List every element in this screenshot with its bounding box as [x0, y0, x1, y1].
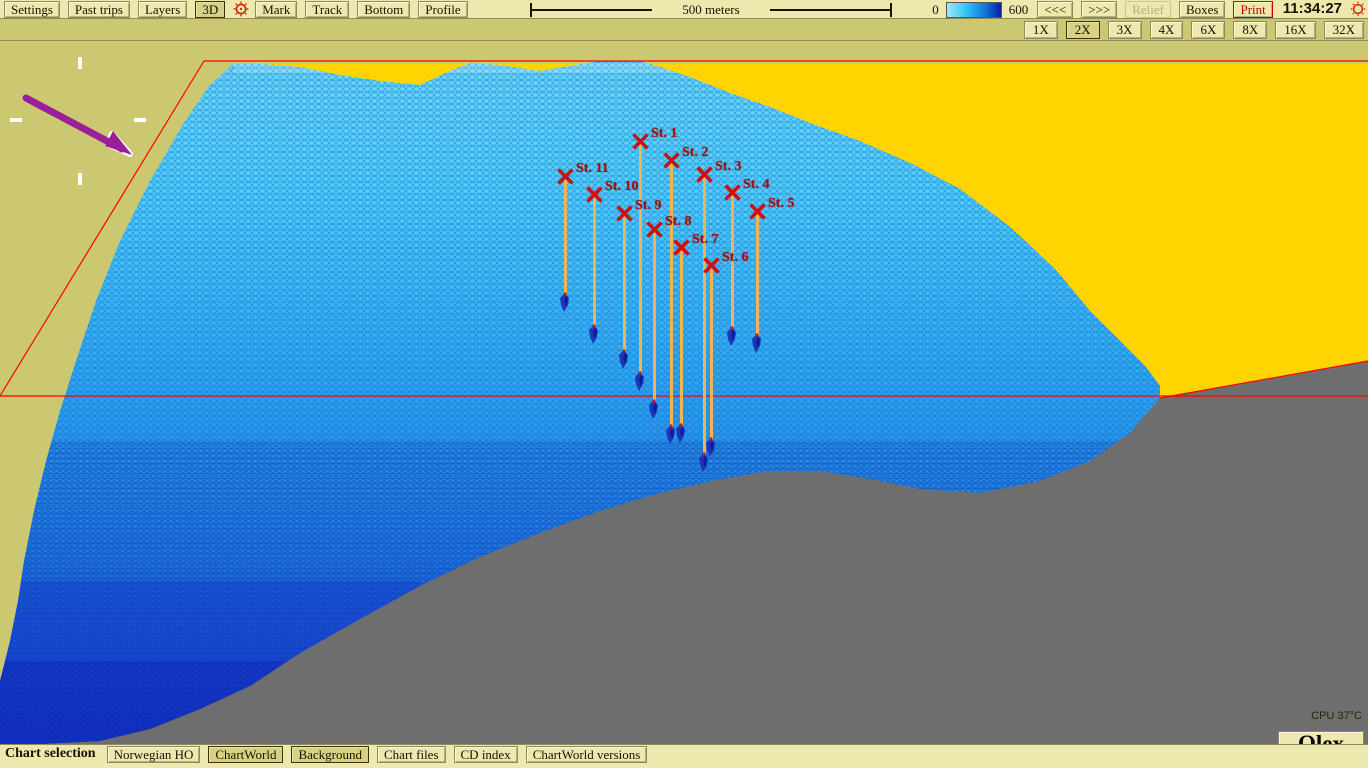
station-x-icon[interactable] — [556, 167, 575, 186]
bottom-bar: Chart selection Norwegian HO ChartWorld … — [0, 744, 1368, 768]
norwegian-ho-button[interactable]: Norwegian HO — [106, 746, 201, 763]
station-label: St. 10 — [605, 179, 639, 194]
station-x-icon[interactable] — [645, 220, 664, 239]
scale-bar: 500 meters — [530, 2, 892, 17]
cpu-temperature-status: CPU 37°C — [1311, 710, 1362, 722]
station-label: St. 9 — [635, 198, 662, 213]
station-x-icon[interactable] — [748, 202, 767, 221]
station-drop-line — [670, 160, 673, 430]
station-drop-line — [639, 141, 642, 377]
station-x-icon[interactable] — [723, 183, 742, 202]
station-drop-line — [564, 176, 567, 298]
station-drop-line — [623, 213, 626, 355]
station-drop-line — [703, 174, 706, 458]
chart-files-button[interactable]: Chart files — [377, 746, 446, 763]
chart-selection-label: Chart selection — [5, 746, 96, 761]
zoom-3x-button[interactable]: 3X — [1107, 21, 1142, 39]
background-button[interactable]: Background — [291, 746, 369, 763]
station-label: St. 2 — [682, 145, 709, 160]
compass-tick-east — [134, 118, 146, 122]
compass-tick-south — [78, 173, 82, 185]
layers-button[interactable]: Layers — [137, 1, 188, 18]
north-arrow-icon — [22, 94, 133, 157]
station-label: St. 6 — [722, 250, 749, 265]
zoom-level-group: 1X 2X 3X 4X 6X 8X 16X 32X — [1022, 19, 1366, 39]
zoom-6x-button[interactable]: 6X — [1191, 21, 1226, 39]
station-seabed-patch — [587, 324, 602, 346]
depth-legend-max: 600 — [1008, 2, 1029, 17]
station-label: St. 5 — [768, 196, 795, 211]
station-label: St. 1 — [651, 126, 678, 141]
olex-chart-plotter-window: Settings Past trips Layers 3D Mark Track — [0, 0, 1368, 768]
zoom-2x-button[interactable]: 2X — [1065, 21, 1100, 39]
station-drop-line — [756, 211, 759, 339]
station-label: St. 7 — [692, 232, 719, 247]
chartworld-versions-button[interactable]: ChartWorld versions — [525, 746, 648, 763]
next-button[interactable]: >>> — [1081, 1, 1118, 18]
station-x-icon[interactable] — [695, 165, 714, 184]
cd-index-button[interactable]: CD index — [453, 746, 518, 763]
station-x-icon[interactable] — [615, 204, 634, 223]
station-seabed-patch — [750, 333, 765, 355]
station-label: St. 4 — [743, 177, 770, 192]
past-trips-button[interactable]: Past trips — [67, 1, 130, 18]
zoom-32x-button[interactable]: 32X — [1323, 21, 1364, 39]
station-x-icon[interactable] — [702, 256, 721, 275]
scale-bar-label: 500 meters — [652, 2, 770, 17]
compass-tick-north — [78, 57, 82, 69]
scale-bar-left-cap — [530, 3, 532, 17]
station-drop-line — [680, 247, 683, 429]
target-sun-icon[interactable] — [233, 1, 249, 17]
zoom-level-bar: 1X 2X 3X 4X 6X 8X 16X 32X — [0, 19, 1368, 41]
station-x-icon[interactable] — [631, 132, 650, 151]
station-label: St. 3 — [715, 159, 742, 174]
station-label: St. 8 — [665, 214, 692, 229]
boxes-button[interactable]: Boxes — [1178, 1, 1226, 18]
station-drop-line — [593, 194, 596, 330]
station-x-icon[interactable] — [662, 151, 681, 170]
scale-bar-right-cap — [890, 3, 892, 17]
track-button[interactable]: Track — [305, 1, 350, 18]
chartworld-button[interactable]: ChartWorld — [208, 746, 284, 763]
station-drop-line — [710, 265, 713, 443]
station-seabed-patch — [647, 399, 662, 421]
3d-button[interactable]: 3D — [195, 1, 226, 18]
zoom-1x-button[interactable]: 1X — [1023, 21, 1058, 39]
depth-legend-gradient — [945, 2, 1002, 18]
depth-legend-min: 0 — [932, 2, 939, 17]
station-seabed-patch — [704, 437, 719, 459]
station-seabed-patch — [725, 326, 740, 348]
station-seabed-patch — [558, 292, 573, 314]
station-drop-line — [653, 229, 656, 405]
station-seabed-patch — [617, 349, 632, 371]
toolbar-right-group: 0 600 <<< >>> Relief Boxes Print 11:34:2… — [929, 0, 1366, 19]
bottom-button[interactable]: Bottom — [357, 1, 411, 18]
compass-tick-west — [10, 118, 22, 122]
clock-display: 11:34:27 — [1282, 0, 1342, 17]
settings-button[interactable]: Settings — [4, 1, 60, 18]
station-x-icon[interactable] — [585, 185, 604, 204]
station-seabed-patch — [674, 423, 689, 445]
north-arrow-widget — [4, 49, 154, 189]
print-button[interactable]: Print — [1233, 1, 1273, 18]
toolbar-left-group: Settings Past trips Layers 3D Mark Track — [2, 0, 470, 19]
zoom-16x-button[interactable]: 16X — [1275, 21, 1316, 39]
depth-color-legend: 0 600 — [929, 2, 1031, 20]
station-label: St. 11 — [576, 161, 609, 176]
sun-icon[interactable] — [1350, 1, 1366, 17]
zoom-8x-button[interactable]: 8X — [1233, 21, 1268, 39]
top-toolbar: Settings Past trips Layers 3D Mark Track — [0, 0, 1368, 19]
relief-button[interactable]: Relief — [1125, 1, 1171, 18]
previous-button[interactable]: <<< — [1037, 1, 1074, 18]
station-x-icon[interactable] — [672, 238, 691, 257]
zoom-4x-button[interactable]: 4X — [1149, 21, 1184, 39]
profile-button[interactable]: Profile — [418, 1, 468, 18]
3d-chart-viewport[interactable]: St. 1 St. 2 St. 3 St. 4 St. 5 St. 6 St. 7 St. 8… — [0, 41, 1368, 744]
station-seabed-patch — [633, 371, 648, 393]
mark-button[interactable]: Mark — [255, 1, 298, 18]
